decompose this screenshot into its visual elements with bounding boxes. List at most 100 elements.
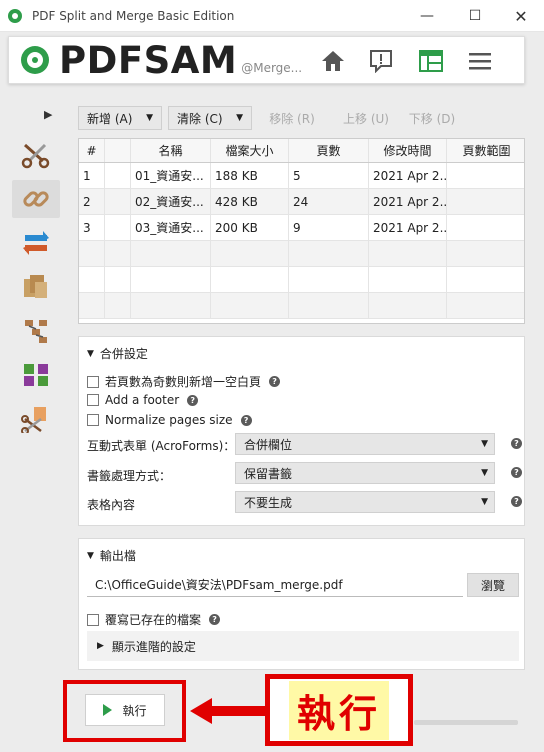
row-name: 01_資通安... [131, 163, 211, 188]
clear-button[interactable]: 清除 (C) ▼ [168, 106, 252, 130]
row-page-range[interactable] [447, 189, 524, 214]
help-icon[interactable]: ? [187, 394, 199, 406]
row-lock [105, 215, 131, 240]
footer-option[interactable]: Add a footer ? [87, 393, 199, 407]
row-modified: 2021 Apr 2... [369, 163, 447, 188]
help-icon[interactable]: ? [209, 614, 221, 625]
empty-cell [105, 267, 131, 292]
row-name: 02_資通安... [131, 189, 211, 214]
merge-icon [23, 191, 49, 207]
column-header-size[interactable]: 檔案大小 [211, 139, 289, 162]
home-button[interactable] [317, 45, 349, 77]
table-row[interactable]: 3 03_資通安... 200 KB 9 2021 Apr 2... [79, 215, 524, 241]
footer-checkbox[interactable] [87, 394, 99, 406]
bookmarks-select[interactable]: 保留書籤 ▼ [235, 462, 495, 484]
help-icon[interactable]: ? [240, 414, 252, 426]
empty-cell [131, 267, 211, 292]
acroforms-select[interactable]: 合併欄位 ▼ [235, 433, 495, 455]
hamburger-icon [469, 53, 491, 70]
row-page-range[interactable] [447, 215, 524, 240]
help-icon[interactable]: ? [269, 376, 281, 387]
app-logo: PDFSAM [59, 42, 237, 79]
row-pages: 24 [289, 189, 369, 214]
normalize-option[interactable]: Normalize pages size ? [87, 413, 252, 427]
column-header-page-range[interactable]: 頁數範圍 [447, 139, 524, 162]
move-up-button[interactable]: 上移 (U) [332, 106, 400, 130]
column-header-pages[interactable]: 頁數 [289, 139, 369, 162]
chevron-down-icon: ▼ [481, 497, 488, 507]
row-page-range[interactable] [447, 163, 524, 188]
maximize-button[interactable]: ☐ [452, 0, 498, 32]
overwrite-checkbox[interactable] [87, 613, 99, 626]
tool-split-by-size[interactable] [12, 400, 60, 438]
close-button[interactable]: ✕ [498, 0, 544, 32]
minimize-button[interactable]: — [404, 0, 450, 32]
empty-cell [447, 241, 524, 266]
normalize-checkbox[interactable] [87, 414, 99, 426]
move-down-button[interactable]: 下移 (D) [398, 106, 466, 130]
toc-value: 不要生成 [244, 495, 293, 510]
overwrite-option[interactable]: 覆寫已存在的檔案 ? [87, 611, 221, 628]
empty-row [79, 267, 524, 293]
tool-split[interactable] [12, 136, 60, 174]
table-row[interactable]: 1 01_資通安... 188 KB 5 2021 Apr 2... [79, 163, 524, 189]
split-by-size-icon [21, 407, 46, 433]
chevron-down-icon: ▼ [481, 468, 488, 478]
logo-sam: SAM [143, 38, 238, 82]
bookmarks-label: 書籤處理方式： [87, 469, 172, 483]
tool-extract-pages[interactable] [12, 356, 60, 394]
remove-button[interactable]: 移除 (R) [258, 106, 326, 130]
merge-settings-header[interactable]: ▼ 合併設定 [87, 345, 148, 362]
column-header-modified[interactable]: 修改時間 [369, 139, 447, 162]
feedback-button[interactable] [365, 45, 397, 77]
app-icon [8, 8, 22, 23]
run-button[interactable]: 執行 [85, 694, 165, 726]
empty-cell [131, 293, 211, 318]
chevron-down-icon: ▼ [146, 113, 153, 123]
add-button[interactable]: 新增 (A) ▼ [78, 106, 162, 130]
empty-cell [289, 293, 369, 318]
sidebar-expand-icon[interactable]: ▶ [44, 108, 52, 121]
row-index: 3 [79, 215, 105, 240]
menu-button[interactable] [464, 45, 496, 77]
progress-bar [414, 720, 518, 725]
merge-settings-panel: ▼ 合併設定 若頁數為奇數則新增一空白頁 ? Add a footer ? No… [78, 336, 525, 526]
acroforms-label: 互動式表單 (AcroForms)： [87, 439, 236, 453]
collapse-icon: ▼ [87, 550, 94, 561]
advanced-settings-toggle[interactable]: ▶ 顯示進階的設定 [87, 631, 519, 661]
help-icon[interactable]: ? [511, 467, 522, 478]
merge-settings-title: 合併設定 [99, 347, 148, 361]
blank-page-option[interactable]: 若頁數為奇數則新增一空白頁 ? [87, 373, 281, 390]
row-lock [105, 163, 131, 188]
tool-alternate-mix[interactable] [12, 268, 60, 306]
row-index: 1 [79, 163, 105, 188]
table-row[interactable]: 2 02_資通安... 428 KB 24 2021 Apr 2... [79, 189, 524, 215]
home-icon [322, 51, 344, 71]
tool-sidebar: ▶ [0, 100, 72, 440]
pdfsam-logo-icon [21, 46, 49, 74]
tool-split-by-bookmarks[interactable] [12, 312, 60, 350]
output-header[interactable]: ▼ 輸出檔 [87, 547, 136, 564]
annotation-callout-text: 執行 [288, 680, 389, 740]
extract-pages-icon [24, 364, 48, 386]
empty-cell [447, 293, 524, 318]
column-header-name[interactable]: 名稱 [131, 139, 211, 162]
column-header-lock[interactable] [105, 139, 131, 162]
column-header-index[interactable]: # [79, 139, 105, 162]
blank-page-checkbox[interactable] [87, 375, 99, 388]
empty-cell [105, 241, 131, 266]
output-path-input[interactable]: C:\OfficeGuide\資安法\PDFsam_merge.pdf [87, 573, 463, 597]
output-panel: ▼ 輸出檔 C:\OfficeGuide\資安法\PDFsam_merge.pd… [78, 538, 525, 670]
files-table[interactable]: # 名稱 檔案大小 頁數 修改時間 頁數範圍 1 01_資通安... 188 K… [78, 138, 525, 324]
tool-merge[interactable] [12, 180, 60, 218]
empty-cell [211, 241, 289, 266]
expand-icon: ▶ [97, 641, 104, 651]
workspace-button[interactable] [415, 45, 447, 77]
help-icon[interactable]: ? [511, 438, 522, 449]
app-header: PDFSAM @Merge... [8, 36, 525, 84]
toc-select[interactable]: 不要生成 ▼ [235, 491, 495, 513]
browse-button[interactable]: 瀏覽 [467, 573, 519, 597]
empty-cell [289, 241, 369, 266]
help-icon[interactable]: ? [511, 496, 522, 507]
tool-rotate[interactable] [12, 224, 60, 262]
